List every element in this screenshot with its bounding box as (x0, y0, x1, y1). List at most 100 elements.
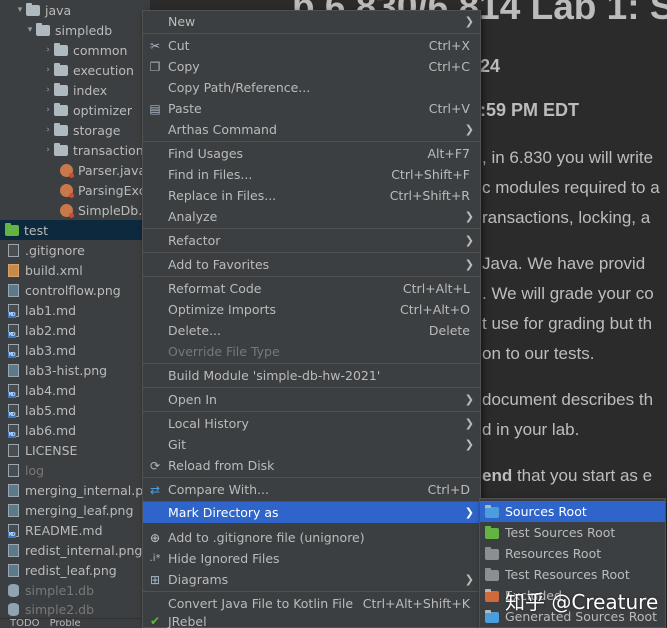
menu-item-add-to-favorites[interactable]: Add to Favorites ❯ (143, 254, 480, 275)
menu-item-git[interactable]: Git ❯ (143, 434, 480, 455)
chevron-right-icon[interactable]: › (42, 145, 54, 155)
menu-item-paste[interactable]: ▤ Paste Ctrl+V (143, 98, 480, 119)
tree-item-redist-internal-png[interactable]: redist_internal.png (0, 540, 150, 560)
tree-item-license[interactable]: LICENSE (0, 440, 150, 460)
chevron-right-icon[interactable]: › (42, 65, 54, 75)
tool-window-bar: TODO Proble (0, 618, 150, 628)
menu-item-compare-with[interactable]: ⇄ Compare With... Ctrl+D (143, 479, 480, 500)
tree-item-transaction[interactable]: › transaction (0, 140, 150, 160)
tree-item-controlflow-png[interactable]: controlflow.png (0, 280, 150, 300)
tree-item-lab1-md[interactable]: lab1.md (0, 300, 150, 320)
image-file-icon (8, 283, 19, 297)
markdown-file-icon (8, 383, 19, 398)
submenu-item-test-sources-root[interactable]: Test Sources Root (480, 522, 665, 543)
menu-item-jrebel[interactable]: ✔ JRebel (143, 614, 480, 628)
java-class-icon (60, 203, 74, 218)
image-file-icon (8, 503, 19, 517)
tree-item-execution[interactable]: › execution (0, 60, 150, 80)
submenu-item-test-resources-root[interactable]: Test Resources Root (480, 564, 665, 585)
menu-item-copy[interactable]: ❐ Copy Ctrl+C (143, 56, 480, 77)
tree-item-log[interactable]: log (0, 460, 150, 480)
doc-paragraph-line: , in 6.830 you will write (482, 148, 654, 167)
submenu-item-resources-root[interactable]: Resources Root (480, 543, 665, 564)
tree-item-lab3-md[interactable]: lab3.md (0, 340, 150, 360)
chevron-right-icon[interactable]: › (42, 125, 54, 135)
menu-item-build-module[interactable]: Build Module 'simple-db-hw-2021' (143, 365, 480, 386)
tree-item-index[interactable]: › index (0, 80, 150, 100)
tree-item-redist-leaf-png[interactable]: redist_leaf.png (0, 560, 150, 580)
menu-item-reload-from-disk[interactable]: ⟳ Reload from Disk (143, 455, 480, 476)
markdown-file-icon (8, 523, 19, 538)
folder-icon (54, 103, 68, 116)
doc-paragraph-line: d in your lab. (482, 420, 580, 439)
tree-item-gitignore[interactable]: .gitignore (0, 240, 150, 260)
chevron-right-icon[interactable]: › (42, 105, 54, 115)
image-file-icon (8, 483, 19, 497)
tree-item-build-xml[interactable]: build.xml (0, 260, 150, 280)
tree-item-readme-md[interactable]: README.md (0, 520, 150, 540)
menu-item-hide-ignored-files[interactable]: .i* Hide Ignored Files (143, 548, 480, 569)
menu-item-local-history[interactable]: Local History ❯ (143, 413, 480, 434)
tool-tab-problems[interactable]: Proble (50, 619, 81, 628)
doc-time-line: :59 PM EDT (480, 100, 580, 120)
chevron-right-icon[interactable]: › (42, 85, 54, 95)
menu-item-analyze[interactable]: Analyze ❯ (143, 206, 480, 227)
submenu-item-sources-root[interactable]: Sources Root (480, 501, 665, 522)
paste-icon: ▤ (149, 101, 161, 116)
menu-item-convert-to-kotlin[interactable]: Convert Java File to Kotlin File Ctrl+Alt… (143, 593, 480, 614)
menu-item-cut[interactable]: ✂ Cut Ctrl+X (143, 35, 480, 56)
menu-item-diagrams[interactable]: ⊞ Diagrams ❯ (143, 569, 480, 590)
menu-item-override-file-type: Override File Type (168, 344, 280, 359)
test-sources-folder-icon (485, 525, 499, 539)
menu-item-replace-in-files[interactable]: Replace in Files... Ctrl+Shift+R (143, 185, 480, 206)
menu-item-delete[interactable]: Delete... Delete (143, 320, 480, 341)
folder-icon (5, 223, 19, 236)
tree-item-common[interactable]: › common (0, 40, 150, 60)
menu-item-mark-directory-as[interactable]: Mark Directory as ❯ (143, 502, 480, 523)
scissors-icon: ✂ (149, 38, 161, 53)
menu-item-find-in-files[interactable]: Find in Files... Ctrl+Shift+F (143, 164, 480, 185)
tree-item-merging-leaf-png[interactable]: merging_leaf.png (0, 500, 150, 520)
tree-item-test[interactable]: test (0, 220, 150, 240)
tree-item-lab6-md[interactable]: lab6.md (0, 420, 150, 440)
menu-item-reformat-code[interactable]: Reformat Code Ctrl+Alt+L (143, 278, 480, 299)
tree-item-simpledb[interactable]: ▾ simpledb (0, 20, 150, 40)
menu-item-optimize-imports[interactable]: Optimize Imports Ctrl+Alt+O (143, 299, 480, 320)
tree-item-lab3-hist-png[interactable]: lab3-hist.png (0, 360, 150, 380)
menu-item-open-in[interactable]: Open In ❯ (143, 389, 480, 410)
chevron-down-icon[interactable]: ▾ (24, 25, 36, 35)
menu-item-arthas-command[interactable]: Arthas Command ❯ (143, 119, 480, 140)
tree-item-merging-internal-png[interactable]: merging_internal.png (0, 480, 150, 500)
menu-item-new[interactable]: New ❯ (143, 11, 480, 32)
chevron-right-icon: ❯ (464, 234, 474, 247)
menu-item-add-to-gitignore[interactable]: ⊕ Add to .gitignore file (unignore) (143, 527, 480, 548)
tree-item-optimizer[interactable]: › optimizer (0, 100, 150, 120)
menu-item-copy-path[interactable]: Copy Path/Reference... (143, 77, 480, 98)
folder-icon (54, 143, 68, 156)
tool-tab-todo[interactable]: TODO (10, 619, 40, 628)
tree-item-lab5-md[interactable]: lab5.md (0, 400, 150, 420)
tree-item-lab2-md[interactable]: lab2.md (0, 320, 150, 340)
tree-item-simpledb-java[interactable]: SimpleDb.ja (0, 200, 150, 220)
tree-item-simple1-db[interactable]: simple1.db (0, 580, 150, 600)
xml-file-icon (8, 263, 19, 277)
menu-separator (143, 363, 480, 364)
tree-item-parser-java[interactable]: Parser.java (0, 160, 150, 180)
chevron-right-icon[interactable]: › (42, 45, 54, 55)
menu-item-find-usages[interactable]: Find Usages Alt+F7 (143, 143, 480, 164)
tree-item-java[interactable]: ▾ java (0, 0, 150, 20)
chevron-down-icon[interactable]: ▾ (14, 5, 26, 15)
tree-item-simple2-db[interactable]: simple2.db (0, 600, 150, 618)
doc-paragraph-line: on to our tests. (482, 344, 595, 363)
menu-separator (143, 252, 480, 253)
hide-ignored-icon: .i* (149, 553, 161, 564)
tree-item-lab4-md[interactable]: lab4.md (0, 380, 150, 400)
menu-separator (143, 228, 480, 229)
compare-icon: ⇄ (149, 482, 161, 497)
tree-item-storage[interactable]: › storage (0, 120, 150, 140)
menu-item-refactor[interactable]: Refactor ❯ (143, 230, 480, 251)
doc-paragraph-line: end that you start as e (482, 466, 652, 486)
doc-paragraph-line: t use for grading but th (482, 314, 653, 333)
sources-root-folder-icon (485, 504, 499, 518)
tree-item-parsing-exception[interactable]: ParsingExce (0, 180, 150, 200)
